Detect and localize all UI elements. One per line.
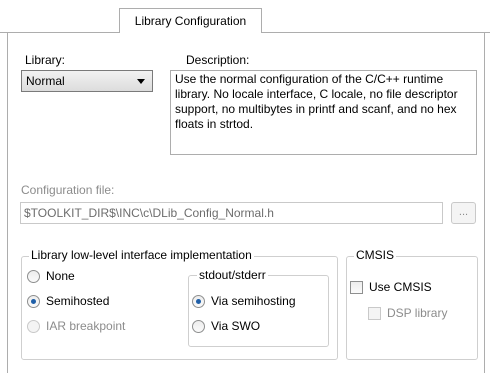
tab-library-configuration[interactable]: Library Configuration (119, 8, 262, 33)
use-cmsis-checkbox[interactable]: Use CMSIS (350, 279, 432, 295)
library-select-value: Normal (26, 74, 65, 88)
radio-via-swo-label: Via SWO (211, 319, 261, 333)
radio-semihosted-button[interactable] (27, 294, 40, 308)
description-text: Use the normal configuration of the C/C+… (170, 70, 477, 155)
dsp-library-label: DSP library (387, 306, 448, 320)
radio-via-semihosting[interactable]: Via semihosting (192, 293, 296, 309)
radio-iar-breakpoint-label: IAR breakpoint (46, 319, 126, 333)
radio-none-button[interactable] (27, 269, 40, 283)
radio-via-semihosting-button[interactable] (192, 294, 205, 308)
stdout-stderr-group (188, 275, 329, 347)
browse-button: ... (451, 202, 476, 224)
tab-label: Library Configuration (134, 14, 247, 28)
use-cmsis-checkbox-box[interactable] (350, 280, 363, 294)
description-label: Description: (186, 53, 250, 67)
radio-none[interactable]: None (27, 268, 75, 284)
radio-iar-breakpoint: IAR breakpoint (27, 318, 125, 334)
radio-via-swo[interactable]: Via SWO (192, 318, 260, 334)
radio-iar-breakpoint-button (27, 319, 40, 333)
dsp-library-checkbox: DSP library (368, 305, 447, 321)
configuration-file-field: $TOOLKIT_DIR$\INC\c\DLib_Config_Normal.h (20, 202, 443, 224)
stdout-stderr-legend: stdout/stderr (197, 268, 268, 282)
radio-none-label: None (46, 269, 75, 283)
radio-via-swo-button[interactable] (192, 319, 205, 333)
radio-semihosted-label: Semihosted (46, 294, 110, 308)
dsp-library-checkbox-box (368, 306, 381, 320)
cmsis-legend: CMSIS (354, 248, 397, 262)
library-label: Library: (25, 53, 66, 67)
use-cmsis-label: Use CMSIS (369, 280, 432, 294)
radio-semihosted[interactable]: Semihosted (27, 293, 109, 309)
radio-via-semihosting-label: Via semihosting (211, 294, 296, 308)
library-select[interactable]: Normal (21, 70, 153, 92)
low-level-interface-legend: Library low-level interface implementati… (29, 248, 254, 262)
configuration-file-label: Configuration file: (21, 183, 115, 197)
dropdown-arrow-icon (137, 79, 145, 84)
